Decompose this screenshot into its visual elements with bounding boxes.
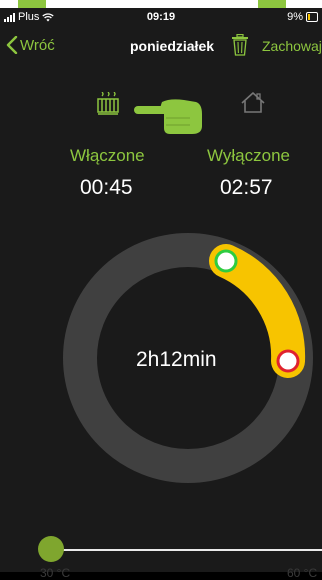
- trash-icon[interactable]: [231, 34, 249, 56]
- app-screen: Plus 09:19 9% Wróć poniedziałek: [0, 8, 322, 572]
- temperature-slider-track[interactable]: [40, 549, 322, 551]
- save-button[interactable]: Zachowaj: [262, 38, 322, 54]
- back-label: Wróć: [20, 37, 55, 54]
- end-handle[interactable]: [278, 351, 298, 371]
- start-handle[interactable]: [216, 251, 236, 271]
- heater-icon[interactable]: [96, 92, 120, 116]
- top-tab-left: [18, 0, 46, 8]
- off-label: Wyłączone: [207, 146, 290, 166]
- temperature-slider-knob[interactable]: [38, 536, 64, 562]
- house-icon[interactable]: [240, 90, 266, 116]
- duration-value: 2h12min: [136, 348, 217, 372]
- temperature-max-label: 60 °C: [287, 566, 317, 580]
- back-button[interactable]: Wróć: [6, 36, 55, 54]
- on-label: Włączone: [70, 146, 145, 166]
- top-strip: [0, 0, 322, 8]
- battery-icon: [306, 12, 318, 22]
- off-time-value[interactable]: 02:57: [220, 176, 273, 200]
- battery-percent: 9%: [287, 11, 303, 23]
- temperature-min-label: 30 °C: [40, 566, 70, 580]
- chevron-left-icon: [6, 36, 18, 54]
- pointing-hand-icon: [134, 96, 204, 136]
- page-title: poniedziałek: [130, 38, 214, 54]
- clock: 09:19: [0, 11, 322, 23]
- on-time-value[interactable]: 00:45: [80, 176, 133, 200]
- nav-bar: Wróć poniedziałek Zachowaj: [0, 28, 322, 64]
- top-tab-right: [258, 0, 286, 8]
- status-bar: Plus 09:19 9%: [0, 8, 322, 28]
